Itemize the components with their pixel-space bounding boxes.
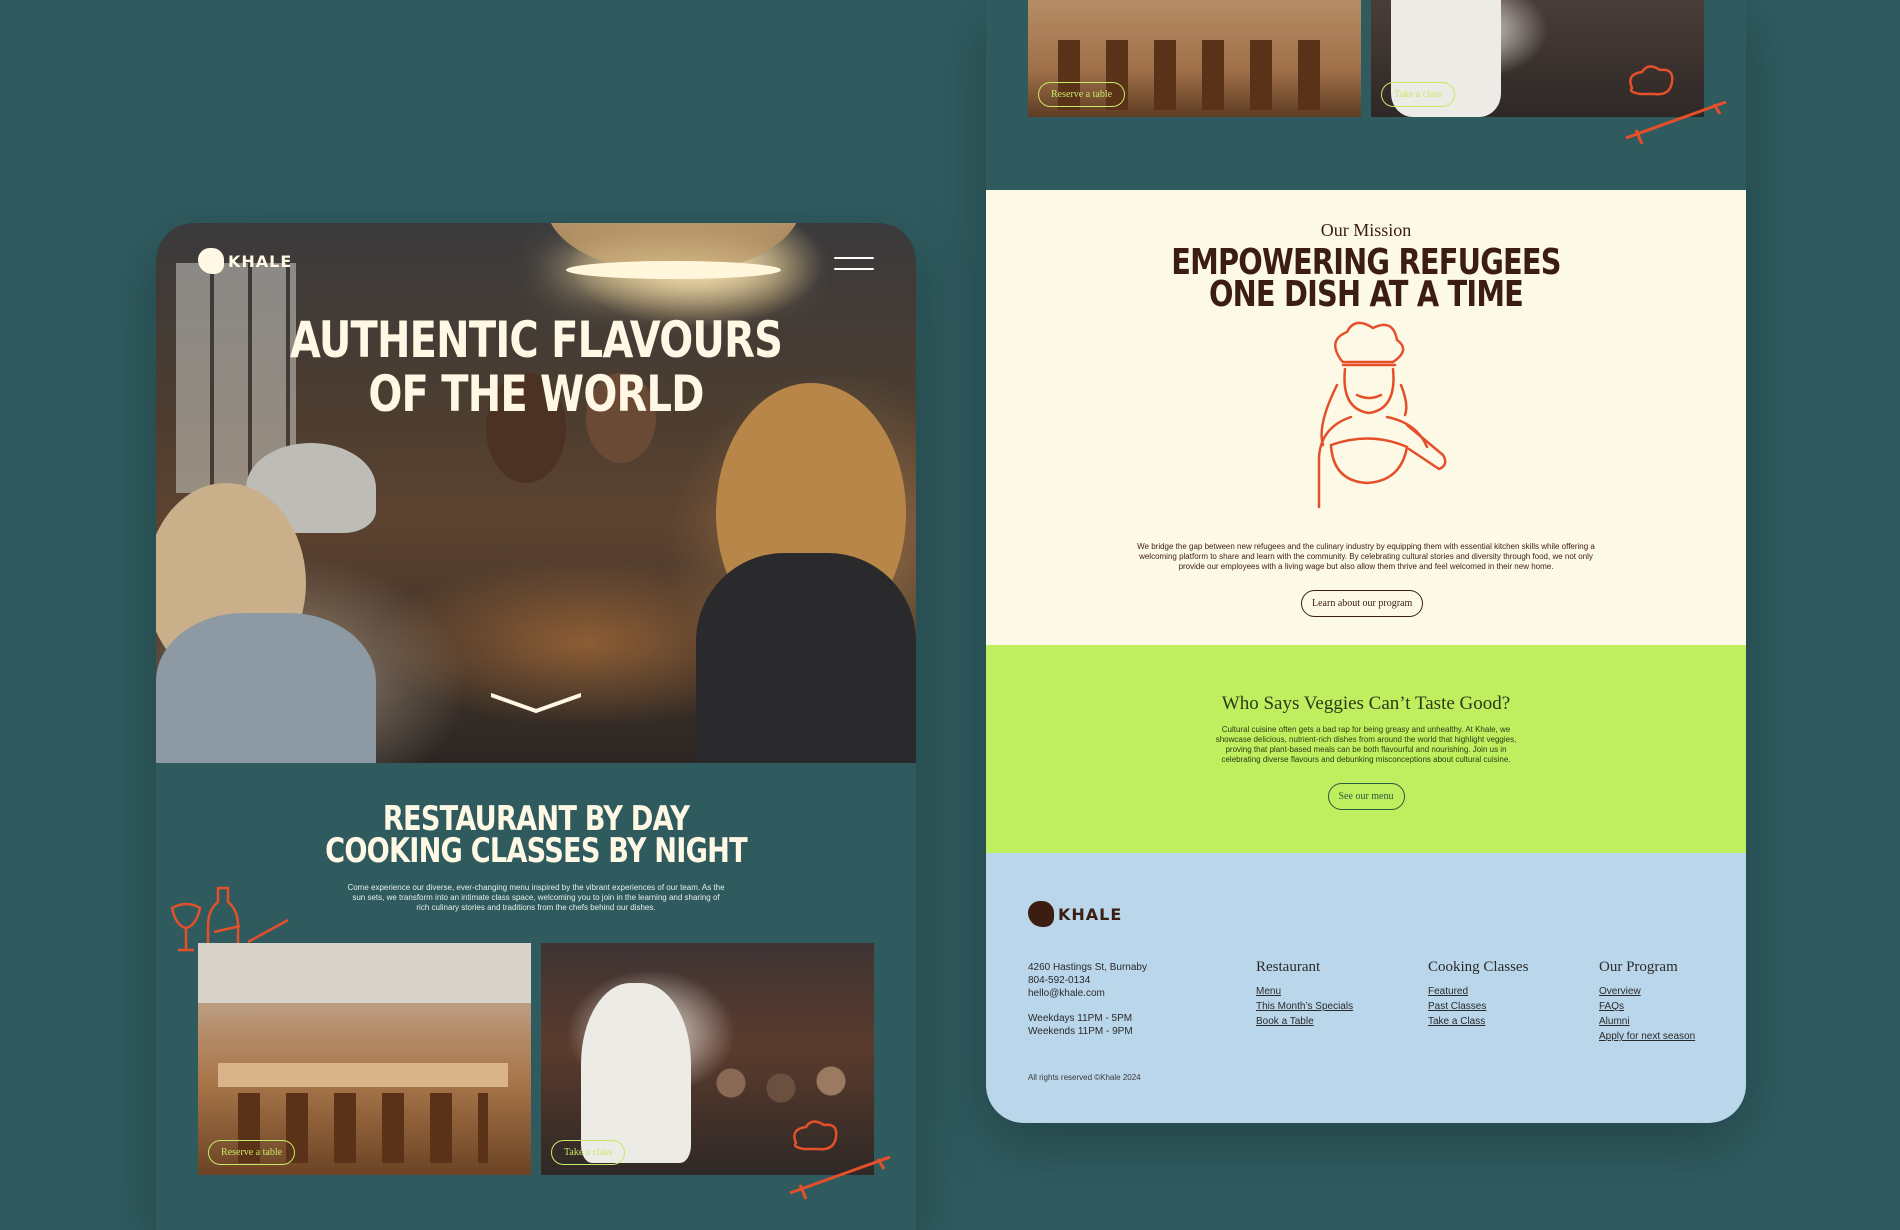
menu-icon[interactable] (834, 248, 874, 279)
footer-column-heading: Cooking Classes (1428, 959, 1529, 975)
hero-photo-diner (156, 613, 376, 763)
footer-contact: 4260 Hastings St, Burnaby 804-592-0134 h… (1028, 961, 1147, 1038)
mission-title-line-2: ONE DISH AT A TIME (1208, 274, 1524, 315)
footer-link-alumni[interactable]: Alumni (1599, 1014, 1695, 1029)
section-description: Come experience our diverse, ever-changi… (347, 883, 725, 912)
footer-link-past-classes[interactable]: Past Classes (1428, 999, 1528, 1014)
hero-title-line-1: AUTHENTIC FLAVOURS (289, 311, 783, 369)
footer-phone[interactable]: 804-592-0134 (1028, 974, 1147, 987)
brand-name: KHALE (1058, 904, 1123, 924)
veggies-description: Cultural cuisine often gets a bad rap fo… (1215, 725, 1517, 764)
photo-chef (581, 983, 691, 1163)
footer-link-featured[interactable]: Featured (1428, 984, 1528, 999)
footer-hours-weekdays: Weekdays 11PM - 5PM (1028, 1013, 1133, 1024)
chevron-down-icon[interactable] (491, 693, 581, 713)
hero-photo-lamp-glow (566, 261, 781, 279)
footer-address: 4260 Hastings St, Burnaby (1028, 962, 1147, 973)
mission-subtitle: Our Mission (1320, 220, 1412, 240)
footer-column-cooking-classes: Cooking Classes Featured Past Classes Ta… (1428, 959, 1528, 1029)
footer-hours-weekends: Weekends 11PM - 9PM (1028, 1026, 1133, 1037)
reserve-table-button[interactable]: Reserve a table (208, 1140, 296, 1165)
hero-title: AUTHENTIC FLAVOURS OF THE WORLD (232, 313, 840, 421)
footer-link-take-class[interactable]: Take a Class (1428, 1014, 1528, 1029)
footer-link-specials[interactable]: This Month’s Specials (1256, 999, 1353, 1014)
homepage-mockup-left: KHALE AUTHENTIC FLAVOURS OF THE WORLD RE… (156, 223, 916, 1230)
take-class-button[interactable]: Take a class (1381, 82, 1456, 107)
learn-program-button[interactable]: Learn about our program (1301, 590, 1424, 617)
footer-link-apply[interactable]: Apply for next season (1599, 1029, 1695, 1044)
footer-column-heading: Our Program (1599, 959, 1678, 975)
hero-photo-diner (696, 553, 916, 763)
mission-section: Our Mission EMPOWERING REFUGEES ONE DISH… (986, 190, 1746, 645)
take-class-button[interactable]: Take a class (551, 1140, 626, 1165)
section-title-line-2: COOKING CLASSES BY NIGHT (325, 831, 747, 871)
footer-column-heading: Restaurant (1256, 959, 1321, 975)
mission-description: We bridge the gap between new refugees a… (1137, 542, 1595, 571)
homepage-mockup-right: Reserve a table Take a class Our Mission… (986, 0, 1746, 1123)
rolling-pin-doodle-icon (1625, 65, 1727, 145)
rolling-pin-doodle-icon (789, 1120, 891, 1200)
footer-link-overview[interactable]: Overview (1599, 984, 1695, 999)
khale-logo[interactable]: KHALE (198, 248, 292, 274)
khale-logo-icon (198, 248, 224, 274)
hero-section: KHALE AUTHENTIC FLAVOURS OF THE WORLD (156, 223, 916, 763)
footer-column-our-program: Our Program Overview FAQs Alumni Apply f… (1599, 959, 1695, 1044)
reserve-table-button[interactable]: Reserve a table (1038, 82, 1126, 107)
section-title: RESTAURANT BY DAY COOKING CLASSES BY NIG… (232, 802, 840, 871)
photo-counter (218, 1063, 508, 1087)
footer-link-menu[interactable]: Menu (1256, 984, 1353, 999)
footer-column-restaurant: Restaurant Menu This Month’s Specials Bo… (1256, 959, 1353, 1029)
mission-title: EMPOWERING REFUGEES ONE DISH AT A TIME (1062, 245, 1670, 315)
footer-email[interactable]: hello@khale.com (1028, 987, 1147, 1000)
veggies-section: Who Says Veggies Can’t Taste Good? Cultu… (986, 645, 1746, 853)
khale-logo-icon (1028, 901, 1054, 927)
footer: KHALE 4260 Hastings St, Burnaby 804-592-… (986, 853, 1746, 1123)
khale-logo[interactable]: KHALE (1028, 901, 1122, 927)
see-menu-button[interactable]: See our menu (1327, 783, 1405, 810)
footer-link-faqs[interactable]: FAQs (1599, 999, 1695, 1014)
veggies-title: Who Says Veggies Can’t Taste Good? (1221, 693, 1511, 714)
hero-title-line-2: OF THE WORLD (368, 365, 704, 423)
photo-ceiling (198, 943, 531, 1003)
restaurant-photo: Reserve a table (198, 943, 531, 1175)
chef-illustration-icon (1317, 321, 1447, 509)
footer-link-book-table[interactable]: Book a Table (1256, 1014, 1353, 1029)
footer-copyright: All rights reserved ©Khale 2024 (1028, 1073, 1141, 1082)
restaurant-photo: Reserve a table (1028, 0, 1361, 117)
brand-name: KHALE (228, 251, 293, 271)
